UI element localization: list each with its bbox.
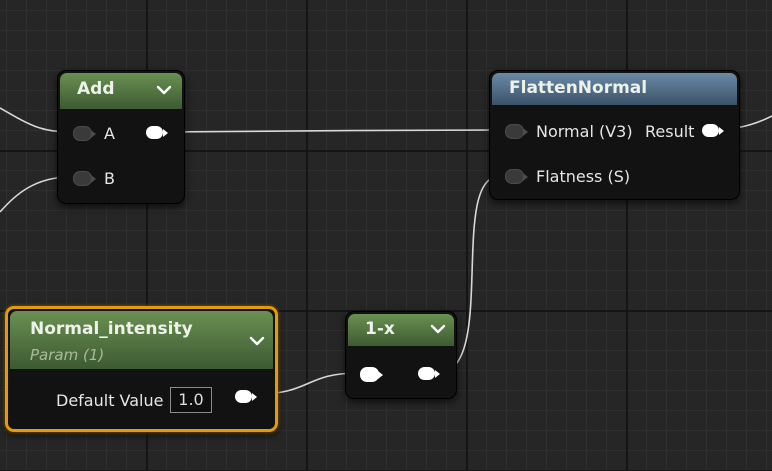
- flatten-normal-input-normal-label: Normal (V3): [536, 122, 633, 141]
- normal-intensity-param-node[interactable]: Normal_intensity Param (1) Default Value…: [5, 306, 278, 432]
- add-node[interactable]: Add A B: [57, 70, 185, 204]
- chevron-down-icon[interactable]: [430, 321, 446, 337]
- add-input-a-pin[interactable]: [73, 126, 96, 141]
- flatten-normal-input-normal-pin[interactable]: [505, 124, 528, 139]
- flatten-normal-output-pin[interactable]: [702, 124, 724, 137]
- add-input-a-label: A: [104, 124, 115, 143]
- normal-intensity-node-title: Normal_intensity: [30, 319, 193, 339]
- wire-add-to-normal: [161, 129, 501, 133]
- add-input-b-pin[interactable]: [73, 171, 96, 186]
- add-node-title: Add: [77, 79, 115, 99]
- flatten-normal-input-flatness-pin[interactable]: [505, 169, 528, 184]
- default-value-field[interactable]: 1.0: [170, 387, 212, 413]
- flatten-normal-output-label: Result: [645, 122, 695, 141]
- chevron-down-icon[interactable]: [156, 82, 172, 98]
- one-minus-input-pin[interactable]: [360, 367, 383, 382]
- add-output-pin[interactable]: [146, 126, 168, 139]
- normal-intensity-output-pin[interactable]: [235, 390, 257, 403]
- flatten-normal-input-flatness-label: Flatness (S): [536, 167, 631, 186]
- flatten-normal-node[interactable]: FlattenNormal Normal (V3) Result Flatnes…: [489, 70, 740, 200]
- normal-intensity-node-subtitle: Param (1): [30, 346, 105, 364]
- one-minus-output-pin[interactable]: [418, 367, 440, 380]
- flatten-normal-node-title: FlattenNormal: [509, 78, 648, 98]
- default-value-label: Default Value: [56, 391, 164, 410]
- one-minus-node[interactable]: 1-x: [345, 311, 457, 399]
- chevron-down-icon[interactable]: [249, 333, 265, 349]
- one-minus-node-title: 1-x: [365, 319, 395, 339]
- add-input-b-label: B: [104, 169, 115, 188]
